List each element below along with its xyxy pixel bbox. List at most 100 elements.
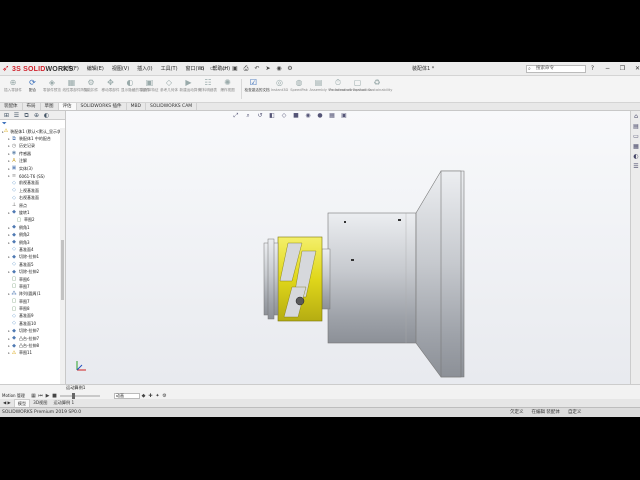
property-manager-tab-icon[interactable]: ☰ xyxy=(13,112,20,119)
tree-item[interactable]: ▢ 草图8 xyxy=(0,305,60,312)
tree-item[interactable]: ▸ ▣ 实体(3) xyxy=(0,165,60,172)
graphics-area[interactable]: ⤢ ⌕ ↺ ◧ ◇ ■ ◉ ● ▦ ▣ xyxy=(66,111,630,401)
file-explorer-icon[interactable]: ▭ xyxy=(632,133,640,141)
tree-item[interactable]: ▸ ◆ 凸台-拉伸8 xyxy=(0,342,60,349)
end-cylinder[interactable] xyxy=(263,238,279,320)
tree-item[interactable]: ▸ ◷ 历史记录 xyxy=(0,143,60,150)
bottom-tab-1[interactable]: 3D视图 xyxy=(30,399,50,407)
tree-item[interactable]: ◇ 右视基准面 xyxy=(0,195,60,202)
tree-item[interactable]: ◇ 基准面5 xyxy=(0,261,60,268)
tree-item[interactable]: ▸ ◆ 旋转1 xyxy=(0,209,60,216)
filter-icon[interactable]: ⏷ xyxy=(2,120,7,128)
tree-item[interactable]: ▸ ◆ 切除-拉伸7 xyxy=(0,328,60,335)
view-palette-icon[interactable]: ▦ xyxy=(632,143,640,151)
tab-1[interactable]: 布局 xyxy=(23,103,41,110)
menu-item-0[interactable]: 文件(F) xyxy=(58,65,83,73)
command-button-2[interactable]: ◈ 零部件预览 xyxy=(43,78,61,101)
tree-item[interactable]: ▢ 草图6 xyxy=(0,276,60,283)
tree-item[interactable]: ▢ 草图7 xyxy=(0,298,60,305)
tab-5[interactable]: MBD xyxy=(127,103,146,110)
tab-2[interactable]: 草图 xyxy=(41,103,59,110)
tree-item[interactable]: ▸ ◆ 倒角1 xyxy=(0,224,60,231)
tree-item[interactable]: ▸ ⚠ 草图11 xyxy=(0,350,60,357)
new-file-icon[interactable]: ▭ xyxy=(209,65,217,73)
command-button-16[interactable]: ⏱ Performance Evaluation xyxy=(329,78,372,101)
tree-item[interactable]: ◇ 基准面9 xyxy=(0,313,60,320)
feature-tree-tab-icon[interactable]: ⊞ xyxy=(3,112,10,119)
command-button-5[interactable]: ✥ 移动零部件 xyxy=(102,78,120,101)
tree-item[interactable]: ◇ 基准面4 xyxy=(0,246,60,253)
save-icon[interactable]: ▣ xyxy=(231,65,239,73)
tab-6[interactable]: SOLIDWORKS CAM xyxy=(146,103,198,110)
select-icon[interactable]: ➤ xyxy=(264,65,272,73)
tree-item[interactable]: ▢ 草图7 xyxy=(0,283,60,290)
tree-item[interactable]: ▸ ◆ 凸台-拉伸7 xyxy=(0,335,60,342)
command-button-12[interactable]: ☑ 检查激活的文档 xyxy=(245,78,270,101)
tree-item[interactable]: ▸ ◆ 倒角3 xyxy=(0,239,60,246)
command-button-7[interactable]: ▣ 装配体特征 xyxy=(141,78,159,101)
command-button-9[interactable]: ▶ 新建运动算例 xyxy=(180,78,202,101)
menu-item-4[interactable]: 工具(T) xyxy=(157,65,182,73)
command-button-10[interactable]: ☷ 材料明细表 xyxy=(199,78,217,101)
tree-item[interactable]: ▸ ⧉ 装配体1 中的配合 xyxy=(0,135,60,142)
command-button-3[interactable]: ▦ 线性零部件阵列 xyxy=(63,78,88,101)
print-icon[interactable]: ⎙ xyxy=(242,65,250,73)
bottom-tab-2[interactable]: 运动算例 1 xyxy=(50,399,77,407)
menu-item-3[interactable]: 插入(I) xyxy=(133,65,156,73)
status-units[interactable]: 自定义 xyxy=(568,408,582,417)
command-button-13[interactable]: ◎ Instant3D xyxy=(271,78,289,101)
configuration-tab-icon[interactable]: ⧉ xyxy=(23,112,30,119)
tree-item[interactable]: ▸⚠装配体1 (默认<默认_显示状态-1>) xyxy=(0,128,60,135)
tree-item[interactable]: ◇ 基准面10 xyxy=(0,320,60,327)
feature-tree-scrollbar[interactable] xyxy=(60,128,65,397)
command-button-15[interactable]: ▤ Assembly Visualization xyxy=(310,78,351,101)
tree-item[interactable]: ⊥ 原点 xyxy=(0,202,60,209)
assembly-model[interactable] xyxy=(66,111,630,401)
housing-body[interactable] xyxy=(327,170,465,378)
tree-item[interactable]: ▸ ≡ 6061-T6 (SS) xyxy=(0,172,60,179)
home-icon[interactable]: ⌂ xyxy=(198,65,206,73)
menu-item-1[interactable]: 编辑(E) xyxy=(83,65,108,73)
command-button-1[interactable]: ⟳ 配合 xyxy=(24,78,42,101)
options-gear-icon[interactable]: ⚙ xyxy=(286,65,294,73)
search-commands-input[interactable]: ⌕ 搜索命令 xyxy=(526,65,586,73)
open-file-icon[interactable]: ▱ xyxy=(220,65,228,73)
tree-item[interactable]: ▸ A 注解 xyxy=(0,158,60,165)
timeline-track[interactable] xyxy=(60,393,100,399)
tree-item[interactable]: ▸ ◆ 倒角2 xyxy=(0,231,60,238)
tree-item[interactable]: ▸ ◆ 切除-拉伸1 xyxy=(0,254,60,261)
menu-item-2[interactable]: 视图(V) xyxy=(108,65,133,73)
minimize-button[interactable]: − xyxy=(603,64,612,73)
tree-item[interactable]: ▸ ◆ 切除-拉伸2 xyxy=(0,268,60,275)
tab-0[interactable]: 装配体 xyxy=(0,103,23,110)
command-button-11[interactable]: ✺ 爆炸视图 xyxy=(219,78,237,101)
close-button[interactable]: ✕ xyxy=(633,64,640,73)
collar[interactable] xyxy=(321,248,331,310)
scrollbar-thumb[interactable] xyxy=(61,240,64,300)
command-button-0[interactable]: ⊕ 插入零部件 xyxy=(4,78,22,101)
restore-button[interactable]: ❐ xyxy=(618,64,627,73)
command-button-18[interactable]: ♻ Sustainability xyxy=(368,78,392,101)
tab-3[interactable]: 评估 xyxy=(58,103,77,110)
tab-4[interactable]: SOLIDWORKS 插件 xyxy=(77,103,127,110)
rebuild-icon[interactable]: ◉ xyxy=(275,65,283,73)
appearances-icon[interactable]: ◐ xyxy=(632,153,640,161)
tab-scroll-arrows-icon[interactable]: ◀ ▶ xyxy=(0,399,14,407)
tree-item[interactable]: ◇ 上视基准面 xyxy=(0,187,60,194)
dimxpert-tab-icon[interactable]: ⊕ xyxy=(33,112,40,119)
command-button-17[interactable]: ▢ Snapshot xyxy=(349,78,367,101)
tree-item[interactable]: ▸ ⁂ 阵列(圆周)1 xyxy=(0,291,60,298)
command-button-8[interactable]: ◇ 参考几何体 xyxy=(160,78,178,101)
solidworks-resources-icon[interactable]: ⌂ xyxy=(632,113,640,121)
display-manager-tab-icon[interactable]: ◐ xyxy=(43,112,50,119)
command-button-6[interactable]: ◐ 显示隐藏的零部件 xyxy=(121,78,150,101)
yellow-slotted-ring[interactable] xyxy=(277,236,323,322)
tree-item[interactable]: ▸ ◉ 传感器 xyxy=(0,150,60,157)
tree-item[interactable]: ▢ 草图2 xyxy=(0,217,60,224)
custom-properties-icon[interactable]: ☰ xyxy=(632,163,640,171)
command-button-4[interactable]: ⚙ 智能扣件 xyxy=(82,78,100,101)
design-library-icon[interactable]: ▤ xyxy=(632,123,640,131)
undo-icon[interactable]: ↶ xyxy=(253,65,261,73)
tree-item[interactable]: ◇ 前视基准面 xyxy=(0,180,60,187)
help-button[interactable]: ? xyxy=(588,64,597,73)
